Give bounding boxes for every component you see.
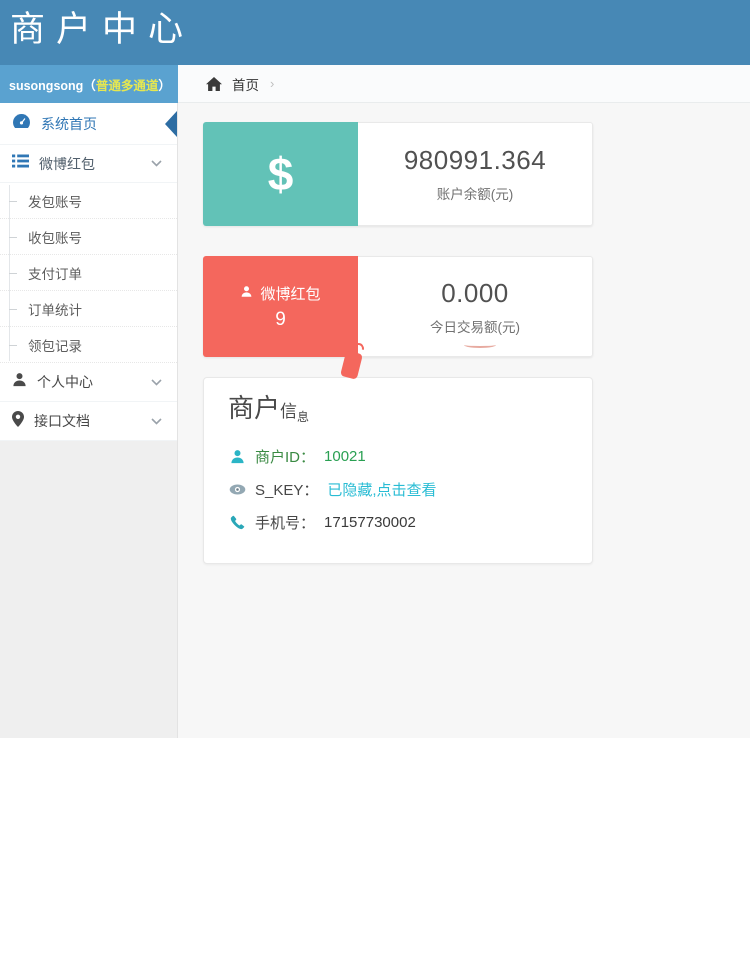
merchant-id-row: 商户ID： 10021 bbox=[228, 440, 592, 473]
phone-label: 手机号： bbox=[255, 512, 315, 533]
subitem-label: 发包账号 bbox=[28, 191, 82, 211]
subitem-label: 订单统计 bbox=[28, 299, 82, 319]
sidebar-subitem-order-statistics[interactable]: 订单统计 bbox=[0, 291, 177, 327]
sidebar-item-label: 微博红包 bbox=[39, 154, 95, 174]
skey-reveal-link[interactable]: 已隐藏,点击查看 bbox=[327, 479, 436, 500]
chevron-down-icon bbox=[151, 418, 162, 425]
map-marker-icon bbox=[12, 411, 24, 432]
today-transaction-card: 微博红包 9 0.000 今日交易额(元) bbox=[203, 256, 593, 357]
sidebar: 系统首页 微博红包 发包账号 收包账号 支付订单 订单统计 bbox=[0, 103, 178, 738]
phone-row: 手机号： 17157730002 bbox=[228, 506, 592, 539]
channel-type-text: 普通多通道 bbox=[96, 75, 159, 94]
user-badge: susongsong（普通多通道） bbox=[0, 65, 178, 103]
sub-bar: susongsong（普通多通道） 首页 › bbox=[0, 65, 750, 103]
username-text: susongsong（ bbox=[9, 75, 96, 94]
username-suffix: ） bbox=[158, 75, 171, 94]
merchant-info-title: 商户信息 bbox=[228, 394, 592, 424]
subitem-label: 收包账号 bbox=[28, 227, 82, 247]
skey-label: S_KEY： bbox=[255, 479, 318, 500]
red-underline-artifact bbox=[464, 342, 496, 348]
home-icon bbox=[205, 77, 223, 91]
sidebar-item-weibo-redpacket[interactable]: 微博红包 bbox=[0, 145, 177, 183]
title-main: 商户 bbox=[228, 393, 280, 423]
weibo-redpacket-submenu: 发包账号 收包账号 支付订单 订单统计 领包记录 bbox=[0, 183, 177, 363]
subitem-label: 领包记录 bbox=[28, 335, 82, 355]
sidebar-item-label: 系统首页 bbox=[41, 114, 97, 134]
sidebar-menu: 系统首页 微博红包 发包账号 收包账号 支付订单 订单统计 bbox=[0, 103, 177, 441]
skey-row: S_KEY： 已隐藏,点击查看 bbox=[228, 473, 592, 506]
today-caption: 今日交易额(元) bbox=[430, 316, 520, 336]
merchant-id-label: 商户ID： bbox=[255, 446, 315, 467]
user-icon bbox=[228, 449, 246, 464]
phone-value: 17157730002 bbox=[324, 514, 416, 531]
content-area: $ 980991.364 账户余额(元) 微博红包 9 bbox=[178, 103, 750, 738]
sidebar-item-system-home[interactable]: 系统首页 bbox=[0, 103, 177, 145]
today-card-body: 0.000 今日交易额(元) bbox=[358, 256, 593, 357]
page-title: 商户中心 bbox=[0, 0, 750, 51]
active-item-arrow-icon bbox=[165, 111, 177, 137]
app-header: 商户中心 bbox=[0, 0, 750, 65]
sidebar-subitem-payment-orders[interactable]: 支付订单 bbox=[0, 255, 177, 291]
merchant-info-rows: 商户ID： 10021 S_KEY： 已隐藏,点击查看 bbox=[228, 440, 592, 539]
title-small: 息 bbox=[297, 410, 309, 424]
balance-card: $ 980991.364 账户余额(元) bbox=[203, 122, 593, 226]
merchant-center-app: 商户中心 susongsong（普通多通道） 首页 › 系统首页 bbox=[0, 0, 750, 738]
sidebar-subitem-receive-account[interactable]: 收包账号 bbox=[0, 219, 177, 255]
today-card-accent: 微博红包 9 bbox=[203, 256, 358, 357]
sidebar-item-api-docs[interactable]: 接口文档 bbox=[0, 402, 177, 441]
dollar-icon: $ bbox=[268, 151, 294, 197]
balance-caption: 账户余额(元) bbox=[437, 183, 514, 203]
redpacket-count: 9 bbox=[275, 309, 286, 331]
sidebar-subitem-send-account[interactable]: 发包账号 bbox=[0, 183, 177, 219]
balance-value: 980991.364 bbox=[404, 145, 546, 176]
sidebar-subitem-claim-records[interactable]: 领包记录 bbox=[0, 327, 177, 363]
redpacket-badge-line: 微博红包 bbox=[240, 283, 320, 304]
today-value: 0.000 bbox=[441, 278, 509, 309]
merchant-id-value: 10021 bbox=[324, 448, 366, 465]
balance-card-accent: $ bbox=[203, 122, 358, 226]
subitem-label: 支付订单 bbox=[28, 263, 82, 283]
eye-icon bbox=[228, 484, 246, 495]
chevron-down-icon bbox=[151, 160, 162, 167]
sidebar-item-personal-center[interactable]: 个人中心 bbox=[0, 363, 177, 402]
list-icon bbox=[12, 154, 29, 173]
merchant-info-card: 商户信息 商户ID： 10021 S_KEY： 已隐 bbox=[203, 377, 593, 564]
chevron-down-icon bbox=[151, 379, 162, 386]
sidebar-item-label: 个人中心 bbox=[37, 372, 93, 392]
main-layout: 系统首页 微博红包 发包账号 收包账号 支付订单 订单统计 bbox=[0, 103, 750, 738]
dashboard-icon bbox=[12, 113, 31, 134]
title-mid: 信 bbox=[280, 402, 297, 421]
sidebar-item-label: 接口文档 bbox=[34, 411, 90, 431]
breadcrumb-separator: › bbox=[270, 76, 274, 91]
person-icon bbox=[240, 285, 253, 302]
phone-icon bbox=[228, 515, 246, 530]
breadcrumb-home-link[interactable]: 首页 bbox=[232, 74, 259, 94]
balance-card-body: 980991.364 账户余额(元) bbox=[358, 122, 593, 226]
user-icon bbox=[12, 372, 27, 392]
redpacket-badge-label: 微博红包 bbox=[260, 283, 320, 304]
breadcrumb: 首页 › bbox=[178, 65, 750, 103]
